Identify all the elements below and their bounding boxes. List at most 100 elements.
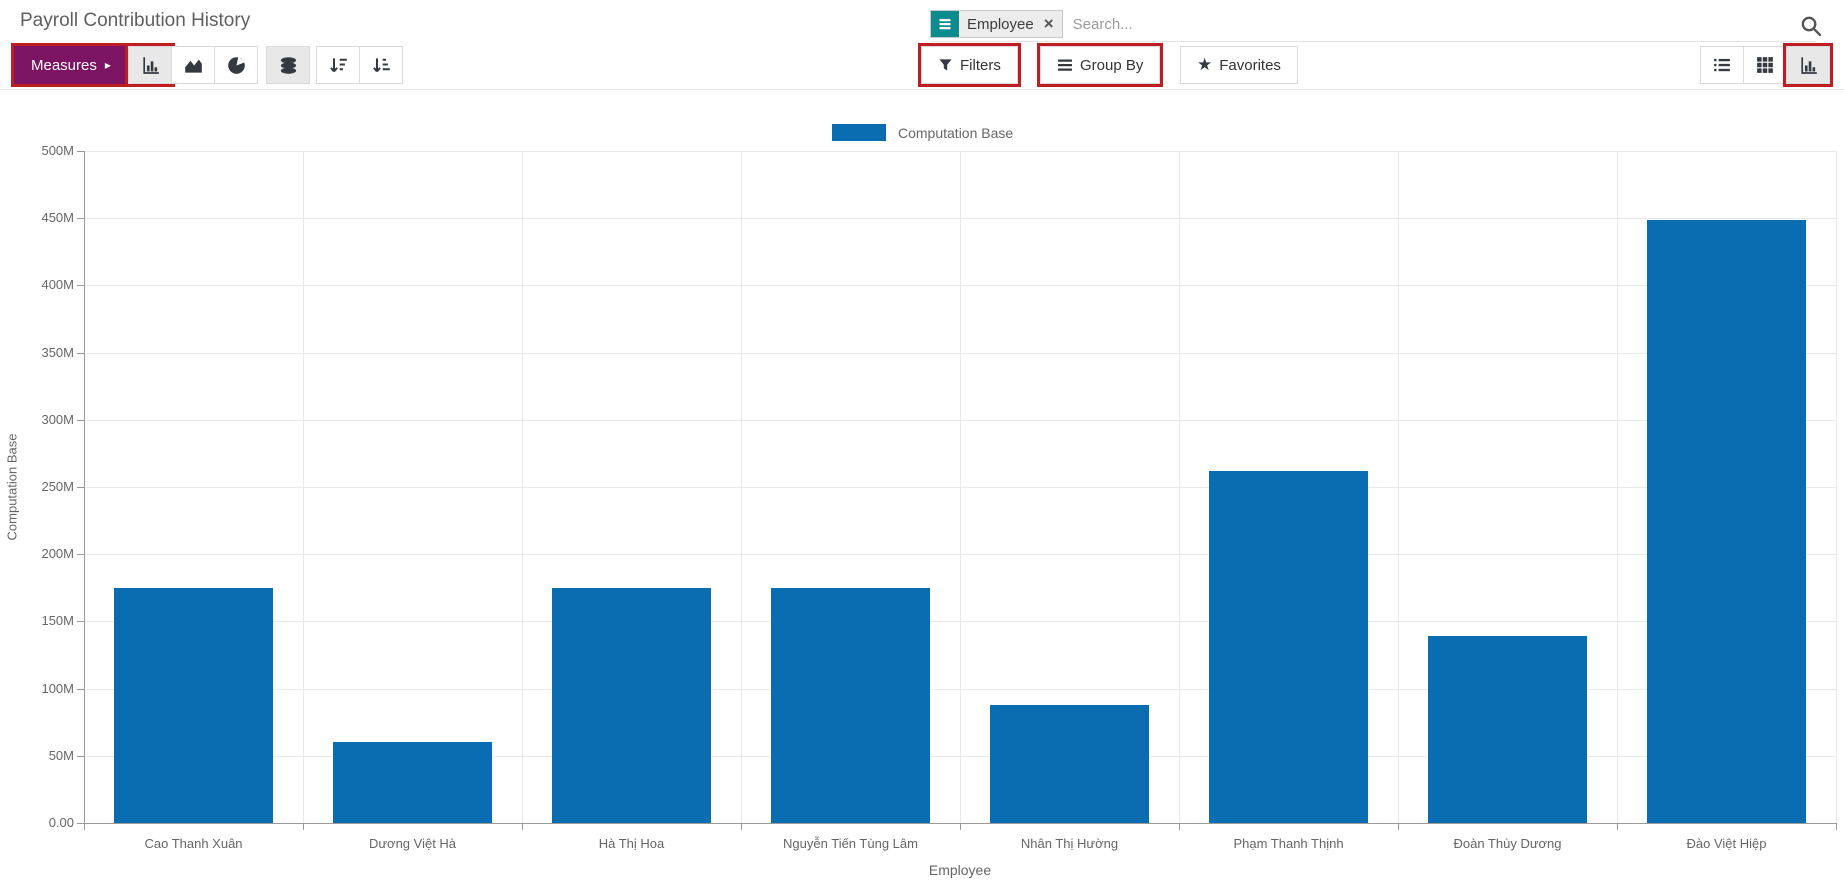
y-tick-mark	[77, 755, 84, 757]
measures-caret-icon: ▸	[104, 58, 111, 72]
y-tick-mark	[77, 487, 84, 488]
x-tick-label: Đào Việt Hiệp	[1686, 836, 1767, 851]
x-tick-label: Hà Thị Hoa	[598, 836, 665, 851]
plot-area: 500M 450M 400M 350M 300M 250M 200M 150M 100M 50M 0…	[41, 143, 1837, 851]
graph-view-button[interactable]	[1786, 46, 1830, 84]
group-by-button[interactable]: Group By	[1040, 46, 1161, 84]
x-tick-label: Nhân Thị Hường	[1020, 836, 1119, 851]
filter-funnel-icon	[938, 58, 953, 73]
gridline	[522, 151, 523, 823]
list-view-icon	[1713, 56, 1731, 74]
bar-1[interactable]	[114, 587, 273, 823]
measures-button[interactable]: Measures ▸	[14, 46, 128, 84]
y-tick-label: 150M	[41, 613, 74, 629]
pivot-view-icon	[1756, 56, 1774, 74]
y-tick-mark	[77, 151, 84, 152]
x-tick-mark	[1617, 823, 1618, 830]
group-by-lines-icon	[1057, 57, 1073, 73]
magnifier-icon[interactable]	[1800, 12, 1832, 40]
y-tick-mark	[77, 419, 84, 421]
gridline	[1836, 151, 1837, 823]
chart-legend[interactable]: Computation Base	[832, 124, 1013, 141]
y-tick-mark	[77, 285, 84, 287]
group-by-label: Group By	[1080, 56, 1144, 74]
x-axis-title: Employee	[928, 862, 992, 878]
filters-label: Filters	[960, 56, 1001, 74]
stacked-icon	[279, 56, 298, 75]
payroll-graph-view: Payroll Contribution History Employee × …	[0, 0, 1844, 886]
y-tick-mark	[77, 218, 84, 220]
x-tick-mark	[960, 823, 961, 830]
y-tick-label: 250M	[41, 479, 74, 494]
y-tick-mark	[77, 688, 84, 690]
y-tick-label: 450M	[41, 210, 74, 226]
x-tick-mark	[1179, 823, 1180, 830]
x-tick-mark	[1398, 823, 1399, 830]
sort-asc-button[interactable]	[359, 46, 403, 84]
legend-swatch	[832, 124, 886, 141]
y-tick-label: 200M	[41, 546, 74, 562]
facet-remove-icon[interactable]: ×	[1042, 11, 1062, 37]
x-tick-label: Phạm Thanh Thịnh	[1233, 836, 1344, 851]
page-title: Payroll Contribution History	[20, 10, 251, 31]
facet-group-by-icon	[931, 11, 959, 37]
pie-chart-type-icon	[227, 56, 246, 75]
bar-6[interactable]	[1209, 470, 1368, 823]
x-tick-mark	[1836, 823, 1837, 830]
y-axis-line	[84, 151, 85, 823]
gridline	[741, 151, 742, 823]
x-tick-label: Nguyễn Tiến Tùng Lâm	[783, 836, 918, 851]
list-view-button[interactable]	[1700, 46, 1744, 84]
y-tick-label: 100M	[41, 680, 74, 696]
sort-desc-button[interactable]	[316, 46, 360, 84]
bar-chart-type-button[interactable]	[128, 46, 172, 84]
x-tick-mark	[741, 823, 742, 830]
bar-2[interactable]	[333, 742, 492, 823]
bar-4[interactable]	[771, 587, 930, 823]
bar-7[interactable]	[1428, 636, 1587, 823]
y-tick-label: 300M	[41, 411, 74, 427]
search-bar: Employee ×	[930, 7, 1816, 42]
pie-chart-type-button[interactable]	[214, 46, 258, 84]
y-tick-label: 350M	[41, 344, 74, 360]
area-chart-type-icon	[184, 56, 203, 75]
bar-5[interactable]	[990, 704, 1149, 823]
y-tick-mark	[77, 823, 84, 824]
sort-asc-icon	[372, 56, 391, 75]
x-tick-mark	[84, 823, 85, 830]
measures-label: Measures	[31, 56, 97, 74]
gridline	[960, 151, 961, 823]
favorites-label: Favorites	[1219, 56, 1281, 74]
search-input[interactable]	[1062, 15, 1816, 33]
x-tick-mark	[522, 823, 523, 830]
bar-3[interactable]	[552, 587, 711, 823]
favorites-star-icon: ★	[1197, 55, 1213, 75]
y-tick-label: 400M	[41, 277, 74, 293]
y-tick-label: 500M	[41, 143, 74, 158]
gridline	[1617, 151, 1618, 823]
x-tick-label: Đoàn Thùy Dương	[1453, 836, 1562, 851]
x-tick-label: Cao Thanh Xuân	[144, 836, 243, 851]
toolbar-separator	[0, 89, 1844, 90]
y-tick-mark	[77, 554, 84, 556]
x-tick-mark	[303, 823, 304, 830]
x-tick-label: Dương Việt Hà	[368, 836, 457, 851]
filters-button[interactable]: Filters	[921, 46, 1018, 84]
gridline	[1179, 151, 1180, 823]
search-facet-employee[interactable]: Employee ×	[930, 10, 1063, 38]
y-tick-label: 50M	[48, 747, 74, 763]
gridline	[1398, 151, 1399, 823]
bar-8[interactable]	[1647, 219, 1806, 823]
y-tick-mark	[77, 352, 84, 354]
facet-label: Employee	[967, 15, 1034, 33]
stacked-toggle-button[interactable]	[266, 46, 310, 84]
pivot-view-button[interactable]	[1743, 46, 1787, 84]
y-tick-mark	[77, 621, 84, 623]
legend-label: Computation Base	[898, 124, 1014, 141]
graph-view-icon	[1799, 56, 1818, 75]
y-tick-label: 0.00	[48, 815, 74, 830]
sort-desc-icon	[329, 56, 348, 75]
favorites-button[interactable]: ★ Favorites	[1180, 46, 1298, 84]
bar-chart-type-icon	[141, 56, 160, 75]
area-chart-type-button[interactable]	[171, 46, 215, 84]
